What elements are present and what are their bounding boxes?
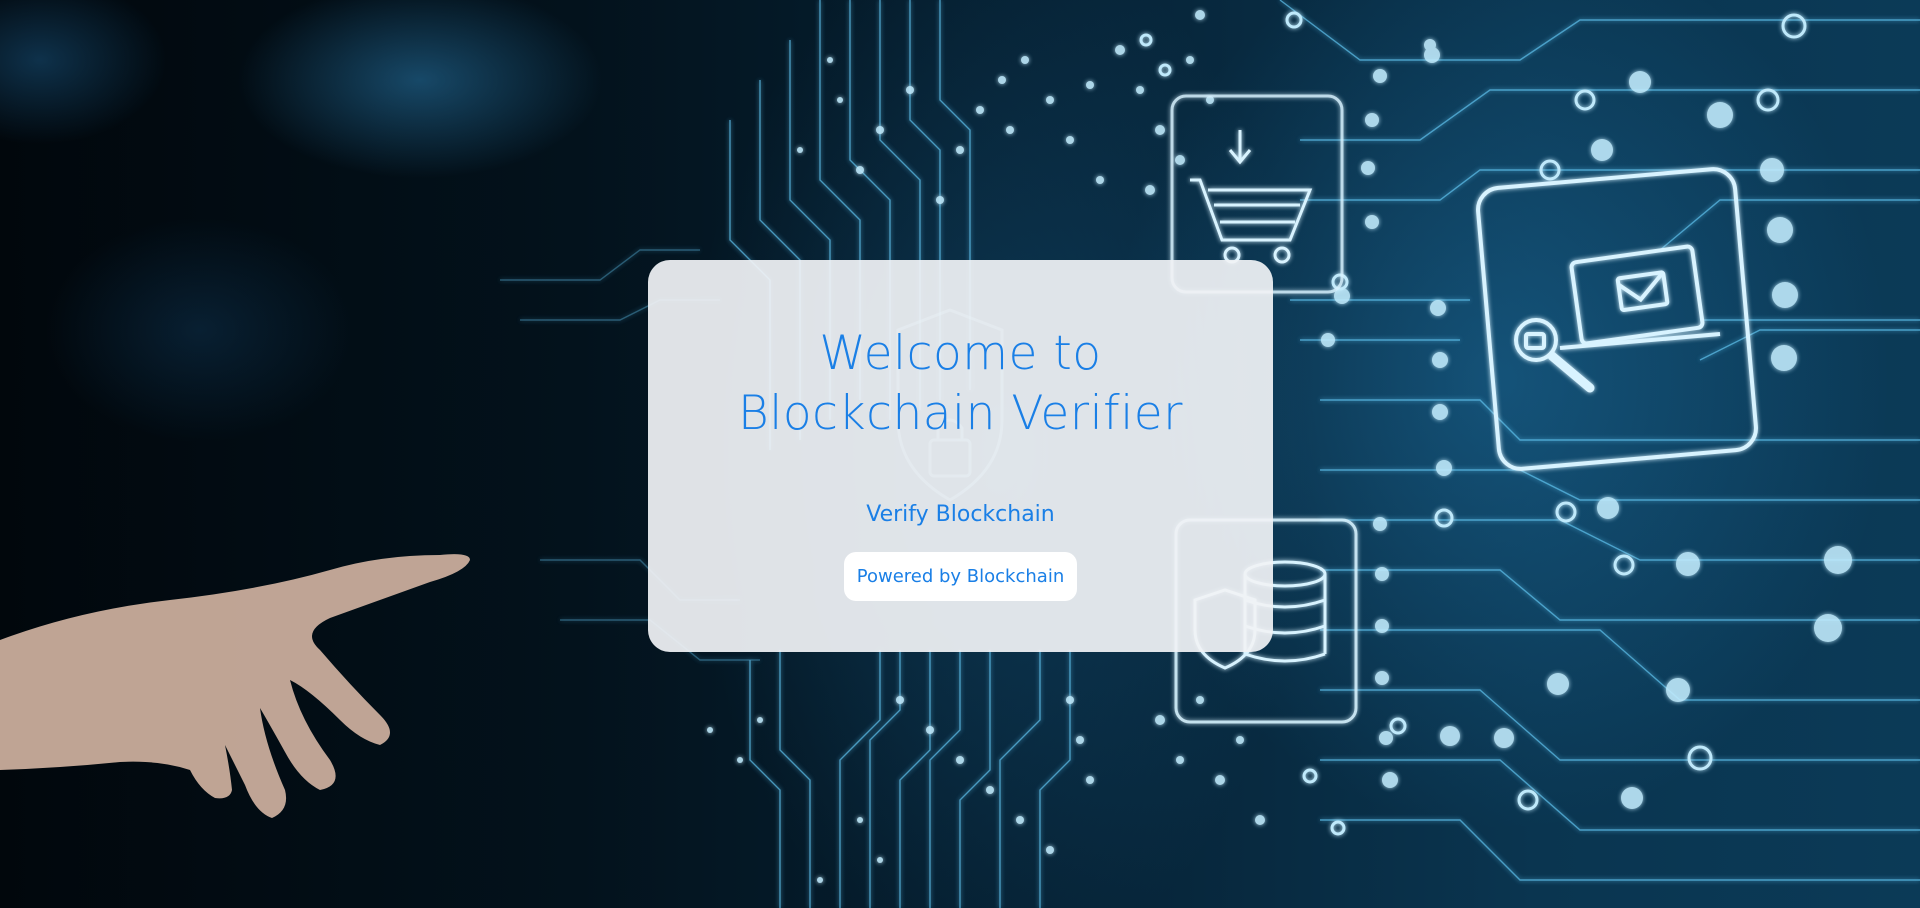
title-line-1: Welcome to — [819, 326, 1102, 381]
page-title: Welcome to Blockchain Verifier — [738, 324, 1183, 444]
hand-graphic — [0, 554, 470, 818]
title-line-2: Blockchain Verifier — [737, 386, 1183, 441]
welcome-card: Welcome to Blockchain Verifier Verify Bl… — [648, 260, 1273, 652]
verify-blockchain-link[interactable]: Verify Blockchain — [866, 502, 1054, 528]
email-laptop-icon — [1476, 167, 1758, 471]
powered-by-badge: Powered by Blockchain — [843, 552, 1078, 601]
